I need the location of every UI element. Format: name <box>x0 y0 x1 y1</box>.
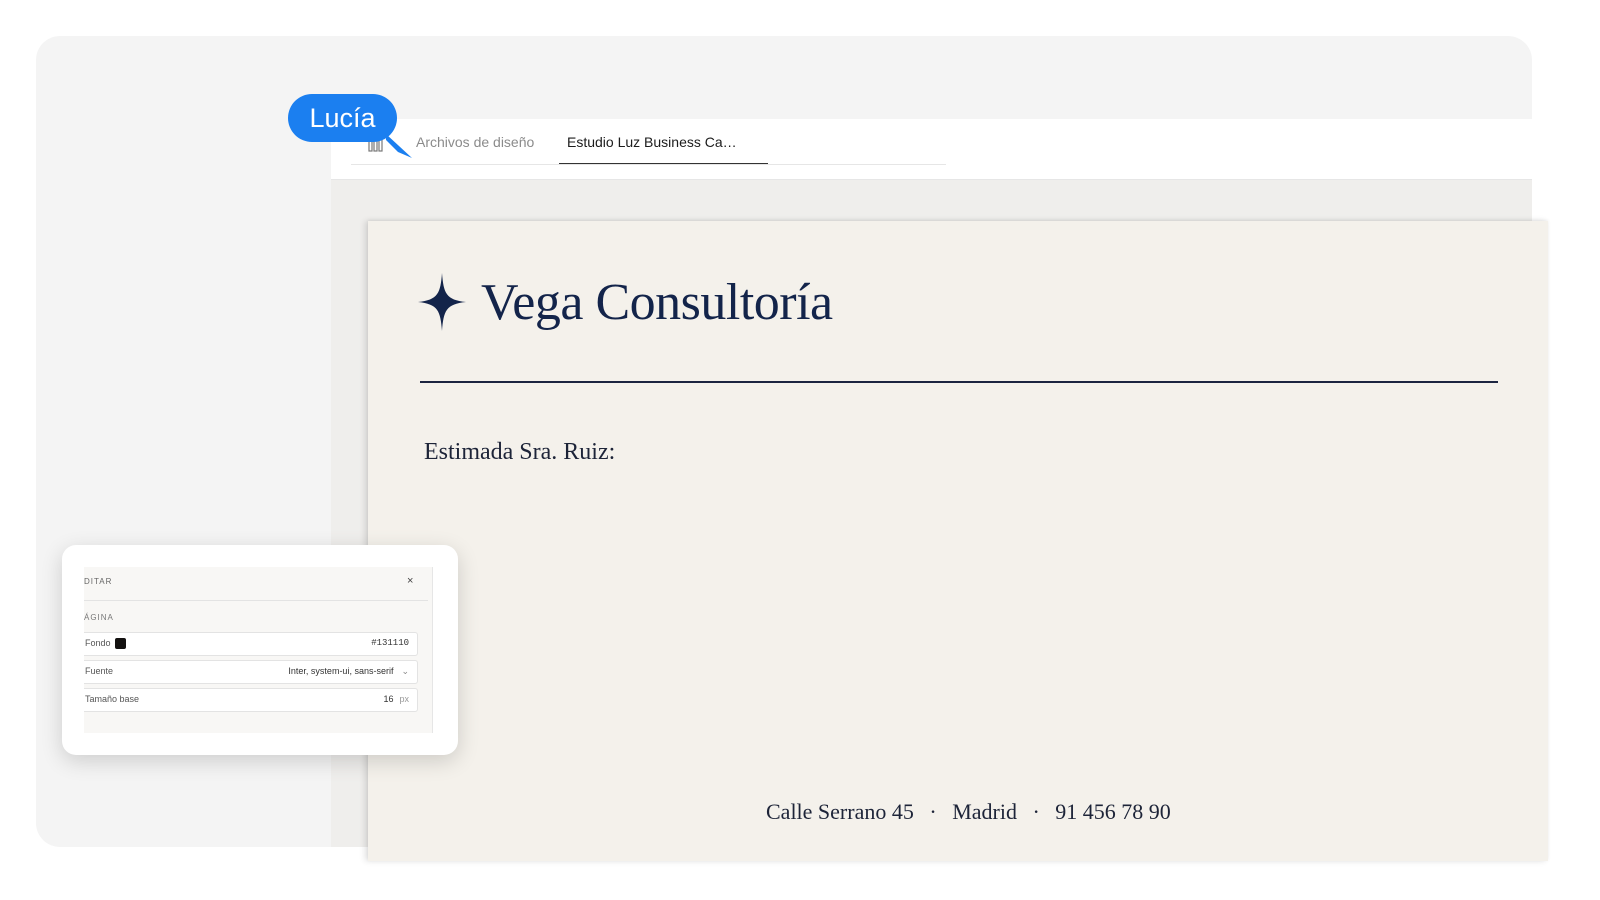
collaborator-cursor-icon <box>386 134 412 158</box>
footer-contact[interactable]: Calle Serrano 45 · Madrid · 91 456 78 90 <box>766 799 1171 825</box>
footer-phone: 91 456 78 90 <box>1055 799 1171 824</box>
background-color-field[interactable]: Fondo #131110 <box>84 632 418 656</box>
footer-separator: · <box>929 799 937 824</box>
font-select[interactable]: Fuente Inter, system-ui, sans-serif ⌄ <box>84 660 418 684</box>
footer-separator: · <box>1032 799 1040 824</box>
tab-business-card[interactable]: Estudio Luz Business Ca… <box>567 134 742 150</box>
font-value: Inter, system-ui, sans-serif <box>288 666 394 676</box>
footer-city: Madrid <box>952 799 1017 824</box>
star-logo-icon <box>418 273 466 331</box>
letterhead-page[interactable]: Vega Consultoría Estimada Sra. Ruiz: Cal… <box>368 221 1548 861</box>
collaborator-cursor-label: Lucía <box>288 94 397 142</box>
panel-title: DITAR <box>84 577 113 586</box>
footer-address: Calle Serrano 45 <box>766 799 914 824</box>
header-rule <box>420 381 1498 383</box>
font-select-value[interactable]: Inter, system-ui, sans-serif ⌄ <box>288 666 409 677</box>
tab-divider <box>351 164 946 165</box>
chevron-down-icon: ⌄ <box>401 666 409 676</box>
field-label: Tamaño base <box>85 694 140 704</box>
edit-panel-body: DITAR × ÁGINA Fondo #131110 Fuente Inter… <box>84 567 433 733</box>
tab-bar: Archivos de diseño Estudio Luz Business … <box>331 119 1532 180</box>
tab-design-files[interactable]: Archivos de diseño <box>416 134 534 150</box>
background-color-value[interactable]: #131110 <box>371 638 409 648</box>
brand-name[interactable]: Vega Consultoría <box>481 273 833 332</box>
edit-panel: DITAR × ÁGINA Fondo #131110 Fuente Inter… <box>62 545 458 755</box>
field-label: Fuente <box>85 666 114 676</box>
base-size-input[interactable]: 16 px <box>383 694 409 704</box>
panel-divider <box>84 600 428 601</box>
field-label: Fondo <box>85 638 111 648</box>
salutation-text[interactable]: Estimada Sra. Ruiz: <box>424 439 615 466</box>
base-size-field[interactable]: Tamaño base 16 px <box>84 688 418 712</box>
close-icon[interactable]: × <box>407 575 413 587</box>
base-size-value: 16 <box>383 694 394 704</box>
section-label: ÁGINA <box>84 613 114 622</box>
color-swatch[interactable] <box>115 638 126 649</box>
unit-label: px <box>399 694 409 704</box>
